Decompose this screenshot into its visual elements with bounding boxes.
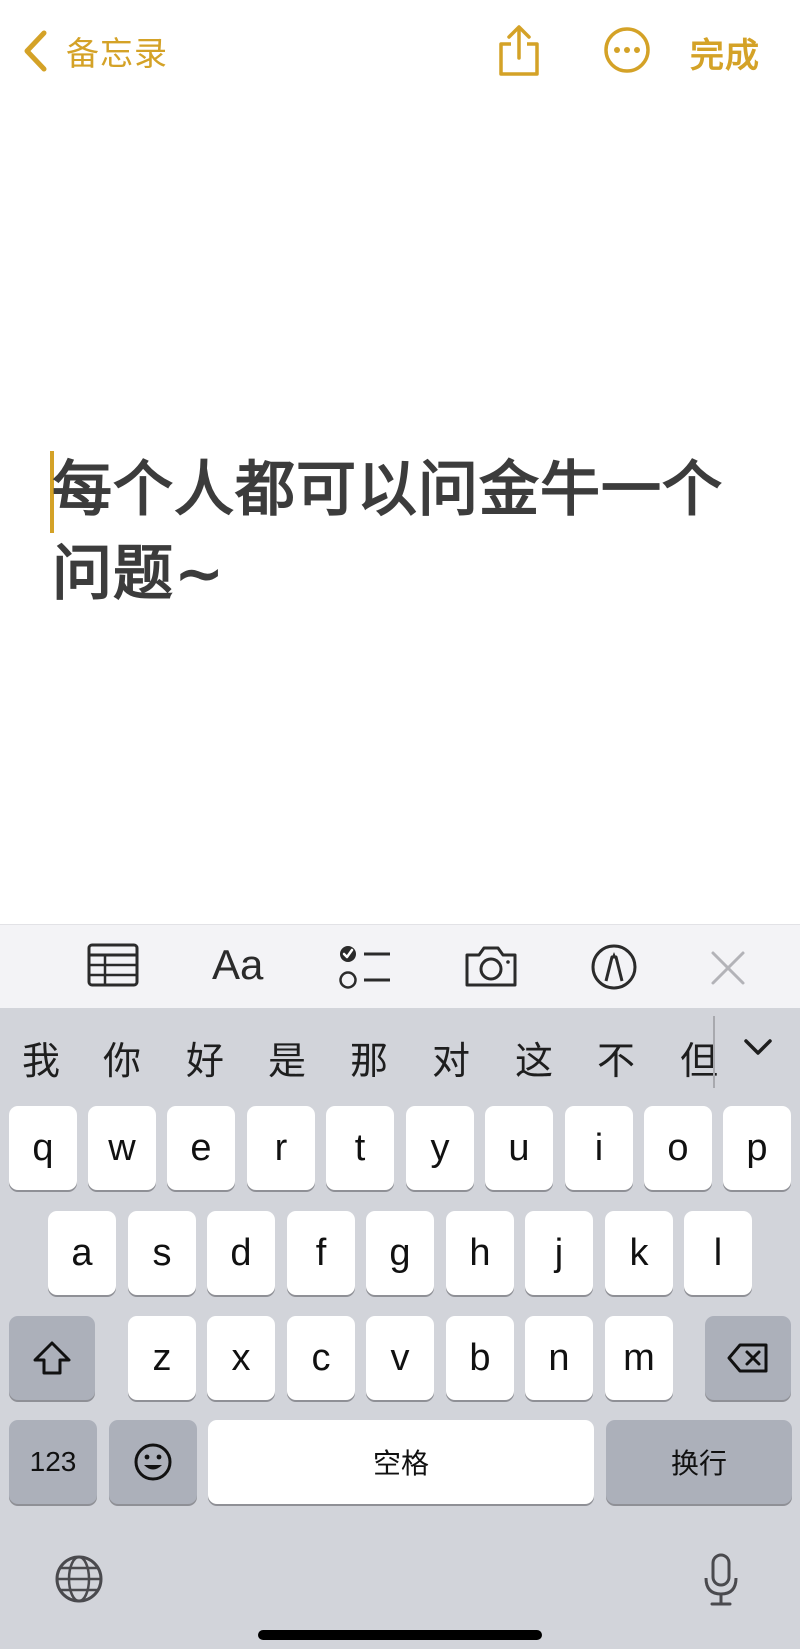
key-o[interactable]: o: [644, 1106, 712, 1190]
close-icon[interactable]: [709, 949, 747, 987]
key-k[interactable]: k: [605, 1211, 673, 1295]
key-d[interactable]: d: [207, 1211, 275, 1295]
key-t[interactable]: t: [326, 1106, 394, 1190]
key-a[interactable]: a: [48, 1211, 116, 1295]
key-i[interactable]: i: [565, 1106, 633, 1190]
back-label: 备忘录: [66, 34, 168, 73]
candidate-item[interactable]: 这: [515, 1030, 553, 1085]
candidate-bar: 我 你 好 是 那 对 这 不 但: [0, 1008, 800, 1098]
shift-key[interactable]: [9, 1316, 95, 1400]
back-button[interactable]: 备忘录: [22, 28, 168, 74]
key-h[interactable]: h: [446, 1211, 514, 1295]
note-text[interactable]: 每个人都可以问金牛一个 问题~: [52, 448, 752, 616]
chevron-down-icon[interactable]: [742, 1036, 774, 1060]
space-key[interactable]: 空格: [208, 1420, 594, 1504]
candidate-item[interactable]: 我: [22, 1030, 60, 1085]
table-icon[interactable]: [87, 943, 139, 987]
key-j[interactable]: j: [525, 1211, 593, 1295]
key-b[interactable]: b: [446, 1316, 514, 1400]
backspace-icon: [727, 1343, 768, 1373]
key-q[interactable]: q: [9, 1106, 77, 1190]
done-button[interactable]: 完成: [690, 28, 760, 77]
share-icon[interactable]: [496, 24, 542, 78]
key-e[interactable]: e: [167, 1106, 235, 1190]
key-l[interactable]: l: [684, 1211, 752, 1295]
more-options-icon[interactable]: [603, 26, 651, 74]
return-key[interactable]: 换行: [606, 1420, 792, 1504]
candidate-item[interactable]: 那: [350, 1030, 388, 1085]
globe-icon[interactable]: [54, 1554, 104, 1604]
key-s[interactable]: s: [128, 1211, 196, 1295]
candidate-separator: [713, 1016, 715, 1088]
key-y[interactable]: y: [406, 1106, 474, 1190]
key-x[interactable]: x: [207, 1316, 275, 1400]
key-f[interactable]: f: [287, 1211, 355, 1295]
emoji-icon: [134, 1443, 172, 1481]
keyboard: 我 你 好 是 那 对 这 不 但 q w e r t y u i o p a …: [0, 1008, 800, 1649]
key-u[interactable]: u: [485, 1106, 553, 1190]
numbers-key[interactable]: 123: [9, 1420, 97, 1504]
home-indicator[interactable]: [258, 1630, 542, 1640]
candidate-item[interactable]: 好: [186, 1030, 224, 1085]
candidate-item[interactable]: 不: [597, 1030, 635, 1085]
key-g[interactable]: g: [366, 1211, 434, 1295]
format-toolbar: Aa: [0, 924, 800, 1009]
key-z[interactable]: z: [128, 1316, 196, 1400]
key-n[interactable]: n: [525, 1316, 593, 1400]
note-line-2: 问题~: [52, 539, 226, 609]
key-c[interactable]: c: [287, 1316, 355, 1400]
shift-icon: [33, 1341, 71, 1375]
key-r[interactable]: r: [247, 1106, 315, 1190]
delete-key[interactable]: [705, 1316, 791, 1400]
note-line-1: 每个人都可以问金牛一个: [52, 455, 723, 525]
navigation-bar: 备忘录 完成: [0, 0, 800, 100]
chevron-left-icon: [24, 30, 47, 72]
candidate-item[interactable]: 是: [268, 1030, 306, 1085]
candidate-item[interactable]: 对: [432, 1030, 470, 1085]
markup-icon[interactable]: [590, 943, 638, 991]
candidate-item[interactable]: 你: [103, 1030, 141, 1085]
key-p[interactable]: p: [723, 1106, 791, 1190]
text-format-icon[interactable]: Aa: [212, 941, 263, 989]
key-v[interactable]: v: [366, 1316, 434, 1400]
checklist-icon[interactable]: [338, 943, 392, 991]
emoji-key[interactable]: [109, 1420, 197, 1504]
key-w[interactable]: w: [88, 1106, 156, 1190]
key-m[interactable]: m: [605, 1316, 673, 1400]
microphone-icon[interactable]: [702, 1552, 740, 1608]
camera-icon[interactable]: [463, 943, 519, 989]
